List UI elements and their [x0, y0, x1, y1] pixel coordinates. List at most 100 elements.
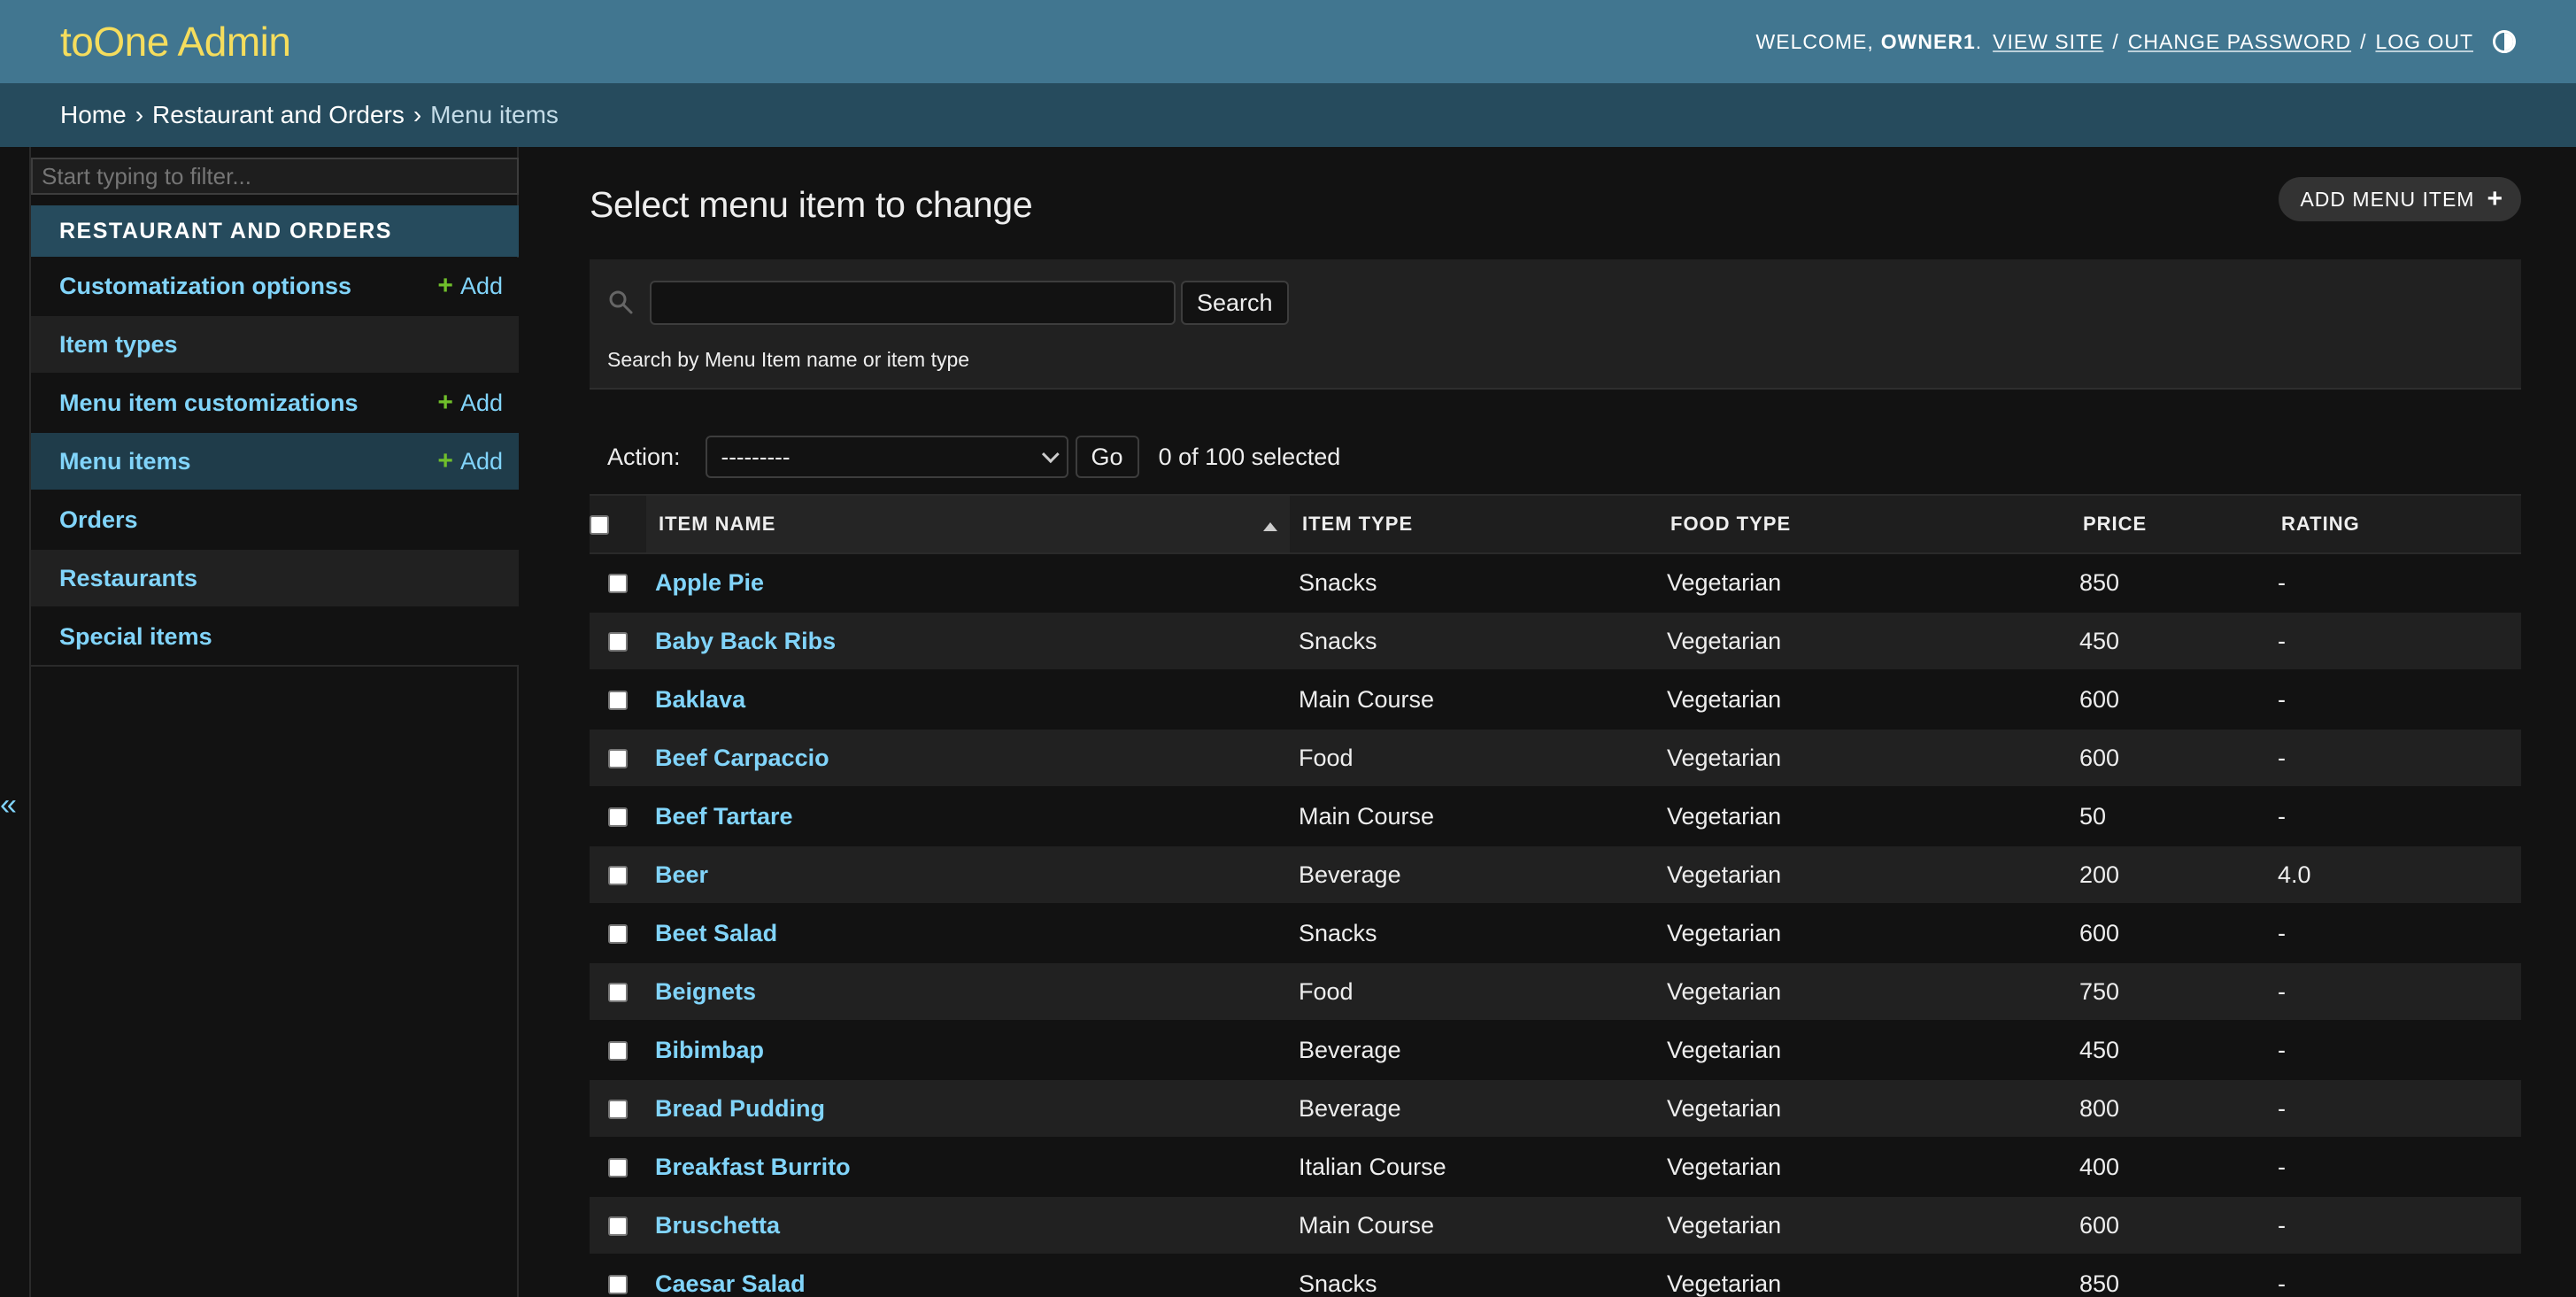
item-type-cell: Food: [1299, 977, 1354, 1005]
column-header-rating[interactable]: RATING: [2269, 495, 2521, 553]
price-cell: 850: [2079, 1270, 2120, 1297]
search-icon: [609, 290, 633, 314]
select-all-checkbox[interactable]: [590, 515, 609, 536]
chevron-down-icon: [1041, 445, 1060, 464]
results-table: ITEM NAME ITEM TYPE FOOD TYPE PRICE RATI…: [590, 494, 2521, 1297]
price-cell: 50: [2079, 802, 2107, 830]
sidebar-item-label[interactable]: Customatization optionss: [59, 273, 351, 300]
action-select[interactable]: ---------: [705, 436, 1068, 478]
change-password-link[interactable]: CHANGE PASSWORD: [2128, 30, 2351, 54]
item-name-link[interactable]: Bread Pudding: [646, 1079, 1290, 1138]
food-type-cell: Vegetarian: [1667, 919, 1782, 946]
column-header-item-type[interactable]: ITEM TYPE: [1290, 495, 1658, 553]
search-input[interactable]: [650, 281, 1176, 325]
price-cell: 600: [2079, 685, 2120, 713]
item-name-link[interactable]: Baby Back Ribs: [646, 612, 1290, 670]
item-name-link[interactable]: Apple Pie: [646, 553, 1290, 612]
plus-icon: +: [437, 271, 453, 300]
rating-cell: -: [2278, 627, 2286, 654]
sidebar-item-customatization-optionss: Customatization optionss + Add: [31, 258, 519, 316]
column-header-item-name[interactable]: ITEM NAME: [646, 495, 1290, 553]
item-name-link[interactable]: Breakfast Burrito: [646, 1138, 1290, 1196]
sidebar-item-label[interactable]: Orders: [59, 506, 138, 534]
selection-count: 0 of 100 selected: [1158, 443, 1341, 470]
row-checkbox[interactable]: [608, 1275, 628, 1295]
log-out-link[interactable]: LOG OUT: [2375, 30, 2473, 54]
nav-filter-input[interactable]: [31, 158, 519, 195]
item-name-link[interactable]: Bruschetta: [646, 1196, 1290, 1255]
rating-cell: -: [2278, 1270, 2286, 1297]
price-cell: 750: [2079, 977, 2120, 1005]
food-type-cell: Vegetarian: [1667, 1270, 1782, 1297]
breadcrumb-app[interactable]: Restaurant and Orders: [152, 101, 405, 129]
rating-cell: -: [2278, 1036, 2286, 1063]
row-checkbox[interactable]: [608, 1158, 628, 1178]
item-name-link[interactable]: Baklava: [646, 670, 1290, 729]
item-name-link[interactable]: Beignets: [646, 962, 1290, 1021]
row-checkbox[interactable]: [608, 749, 628, 769]
food-type-cell: Vegetarian: [1667, 861, 1782, 888]
row-checkbox[interactable]: [608, 574, 628, 594]
sidebar-add-link[interactable]: + Add: [437, 388, 503, 418]
sidebar-collapse-icon[interactable]: «: [0, 788, 19, 822]
item-name-link[interactable]: Beet Salad: [646, 904, 1290, 962]
sidebar-item-orders: Orders: [31, 491, 519, 550]
app-caption[interactable]: RESTAURANT AND ORDERS: [31, 205, 519, 257]
breadcrumb-home[interactable]: Home: [60, 101, 127, 129]
breadcrumb-current: Menu items: [430, 101, 559, 128]
row-checkbox[interactable]: [608, 1100, 628, 1120]
row-checkbox[interactable]: [608, 1041, 628, 1062]
sidebar-item-label[interactable]: Restaurants: [59, 565, 197, 592]
table-header-row: ITEM NAME ITEM TYPE FOOD TYPE PRICE RATI…: [590, 495, 2521, 553]
row-checkbox[interactable]: [608, 691, 628, 711]
go-button[interactable]: Go: [1075, 436, 1139, 478]
price-cell: 200: [2079, 861, 2120, 888]
sidebar-item-menu-items: Menu items + Add: [31, 433, 519, 491]
plus-icon: +: [437, 446, 453, 475]
item-name-link[interactable]: Caesar Salad: [646, 1255, 1290, 1297]
price-cell: 400: [2079, 1153, 2120, 1180]
rating-cell: -: [2278, 568, 2286, 596]
table-row: Beef Carpaccio Food Vegetarian 600 -: [590, 729, 2521, 787]
column-header-food-type[interactable]: FOOD TYPE: [1658, 495, 2071, 553]
sidebar-item-label[interactable]: Menu item customizations: [59, 390, 359, 417]
item-name-link[interactable]: Beef Carpaccio: [646, 729, 1290, 787]
row-checkbox[interactable]: [608, 807, 628, 828]
item-type-cell: Food: [1299, 744, 1354, 771]
sidebar-add-link[interactable]: + Add: [437, 271, 503, 301]
search-button[interactable]: Search: [1181, 281, 1289, 325]
item-type-cell: Snacks: [1299, 627, 1377, 654]
sidebar-add-link[interactable]: + Add: [437, 446, 503, 476]
item-type-cell: Snacks: [1299, 568, 1377, 596]
row-checkbox[interactable]: [608, 1216, 628, 1237]
plus-icon: +: [2487, 184, 2503, 213]
item-name-link[interactable]: Beer: [646, 845, 1290, 904]
row-checkbox[interactable]: [608, 983, 628, 1003]
sidebar-item-label[interactable]: Menu items: [59, 448, 191, 475]
rating-cell: -: [2278, 1153, 2286, 1180]
table-row: Caesar Salad Snacks Vegetarian 850 -: [590, 1255, 2521, 1297]
row-checkbox[interactable]: [608, 866, 628, 886]
sidebar-item-label[interactable]: Item types: [59, 331, 178, 359]
table-row: Bread Pudding Beverage Vegetarian 800 -: [590, 1079, 2521, 1138]
welcome-text: WELCOME,: [1755, 29, 1874, 53]
add-menu-item-button[interactable]: ADD MENU ITEM +: [2279, 177, 2521, 221]
item-name-link[interactable]: Bibimbap: [646, 1021, 1290, 1079]
theme-toggle-icon[interactable]: [2493, 30, 2516, 53]
price-cell: 800: [2079, 1094, 2120, 1122]
food-type-cell: Vegetarian: [1667, 1153, 1782, 1180]
item-type-cell: Main Course: [1299, 802, 1435, 830]
row-checkbox[interactable]: [608, 632, 628, 652]
breadcrumb: Home › Restaurant and Orders › Menu item…: [0, 83, 2576, 147]
sidebar-item-label[interactable]: Special items: [59, 623, 212, 651]
row-checkbox[interactable]: [608, 924, 628, 945]
site-branding[interactable]: toOne Admin: [60, 18, 291, 66]
column-header-price[interactable]: PRICE: [2071, 495, 2269, 553]
view-site-link[interactable]: VIEW SITE: [1993, 30, 2103, 54]
action-label: Action:: [607, 443, 681, 470]
sort-ascending-icon[interactable]: [1263, 522, 1277, 531]
price-cell: 450: [2079, 627, 2120, 654]
item-name-link[interactable]: Beef Tartare: [646, 787, 1290, 845]
item-type-cell: Beverage: [1299, 1094, 1401, 1122]
table-row: Bruschetta Main Course Vegetarian 600 -: [590, 1196, 2521, 1255]
